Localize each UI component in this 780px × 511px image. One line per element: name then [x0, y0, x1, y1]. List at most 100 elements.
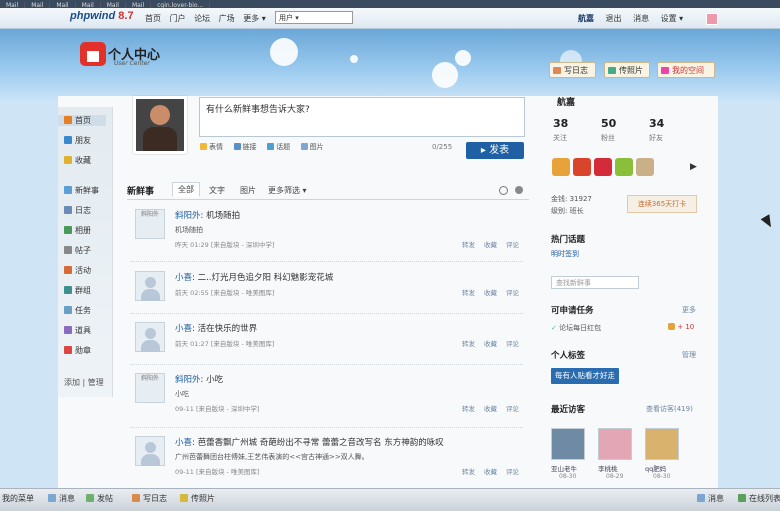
settings-link[interactable]: 设置 ▾: [661, 14, 684, 23]
tab-text[interactable]: 文字: [209, 185, 225, 196]
stat-value[interactable]: 34: [649, 117, 664, 130]
username-link[interactable]: 航嘉: [578, 14, 594, 23]
comment-link[interactable]: 评论: [506, 405, 519, 413]
search-scope-select[interactable]: 用户 ▾: [275, 11, 353, 24]
nav-link-home[interactable]: 首页: [145, 14, 161, 23]
sidebar-item-task[interactable]: 任务: [64, 305, 91, 316]
stat-value[interactable]: 38: [553, 117, 568, 130]
sidebar-item-post[interactable]: 帖子: [64, 245, 91, 256]
favorite-link[interactable]: 收藏: [484, 468, 497, 476]
sidebar-item-blog[interactable]: 日志: [64, 205, 91, 216]
feed-avatar[interactable]: [135, 322, 165, 352]
visitors-more-link[interactable]: 查看访客(419): [646, 404, 693, 414]
forward-link[interactable]: 转发: [462, 289, 475, 297]
nav-link-square[interactable]: 广场: [219, 14, 235, 23]
forward-link[interactable]: 转发: [462, 241, 475, 249]
sidebar-item-album[interactable]: 相册: [64, 225, 91, 236]
feed-avatar[interactable]: 斜阳外: [135, 209, 165, 239]
personal-tag[interactable]: 每有人贴看才好走: [551, 368, 619, 384]
online-list-button[interactable]: 在线列表: [738, 493, 780, 504]
favorite-link[interactable]: 收藏: [484, 289, 497, 297]
sidebar-item-star[interactable]: 收藏: [64, 155, 91, 166]
taskbar-post[interactable]: 发帖: [86, 493, 113, 504]
topic-tool[interactable]: 话题: [267, 143, 290, 151]
user-avatar[interactable]: [133, 96, 187, 154]
tasks-more-link[interactable]: 更多: [682, 305, 696, 315]
feed-avatar[interactable]: [135, 436, 165, 466]
tags-manage-link[interactable]: 管理: [682, 350, 696, 360]
tab-more-filter[interactable]: 更多筛选 ▾: [268, 185, 307, 196]
messages-link[interactable]: 消息: [633, 14, 649, 23]
feed-avatar[interactable]: [135, 271, 165, 301]
nav-link-portal[interactable]: 门户: [170, 14, 186, 23]
medal-icon[interactable]: [594, 158, 612, 176]
profile-name[interactable]: 航嘉: [557, 95, 575, 108]
image-tool[interactable]: 图片: [300, 143, 324, 151]
taskbar-write-blog[interactable]: 写日志: [132, 493, 167, 504]
link-tool[interactable]: 链接: [233, 143, 257, 151]
publish-button[interactable]: ▸ 发表: [466, 142, 524, 159]
forward-link[interactable]: 转发: [462, 468, 475, 476]
sign-in-button[interactable]: 连续365天打卡: [627, 195, 697, 213]
feed-search-input[interactable]: 查找新鲜事: [551, 276, 639, 289]
task-item[interactable]: ✓ 论坛每日红包: [551, 323, 601, 333]
upload-photo-button[interactable]: 传照片: [604, 62, 650, 78]
feed-author[interactable]: 小喜: [175, 438, 192, 448]
taskbar-messages[interactable]: 消息: [48, 493, 75, 504]
tab-image[interactable]: 图片: [240, 185, 256, 196]
comment-link[interactable]: 评论: [506, 468, 519, 476]
taskbar-upload-photo[interactable]: 传照片: [180, 493, 215, 504]
status-input[interactable]: 有什么新鲜事想告诉大家?: [199, 97, 525, 137]
medal-icon[interactable]: [573, 158, 591, 176]
visitor-avatar[interactable]: [645, 428, 679, 460]
medal-icon[interactable]: [615, 158, 633, 176]
medal-icon[interactable]: [636, 158, 654, 176]
feed-headline[interactable]: 小喜: 活在快乐的世界: [175, 322, 257, 334]
taskbar-right-messages[interactable]: 消息: [697, 493, 724, 504]
sidebar-add-manage[interactable]: 添加 | 管理: [64, 377, 104, 388]
feed-headline[interactable]: 小喜: 芭蕾香飘广州城 奇葩纷出不寻常 蕾蕾之音改写名 东方神韵的咏叹: [175, 436, 444, 448]
write-blog-button[interactable]: 写日志: [549, 62, 596, 78]
chevron-right-icon[interactable]: ▶: [690, 162, 697, 172]
my-space-button[interactable]: 我的空间: [657, 62, 715, 78]
feed-headline[interactable]: 斜阳外: 机场随拍: [175, 209, 240, 221]
refresh-icon[interactable]: [499, 186, 508, 195]
nav-link-forum[interactable]: 论坛: [194, 14, 210, 23]
feed-avatar[interactable]: 斜阳外: [135, 373, 165, 403]
nav-link-more[interactable]: 更多 ▾: [243, 14, 266, 23]
stat-value[interactable]: 50: [601, 117, 616, 130]
feed-author[interactable]: 小喜: [175, 324, 192, 334]
visitor-name[interactable]: 亚山老牛: [551, 463, 577, 473]
site-logo[interactable]: phpwind 8.7: [70, 10, 134, 22]
sidebar-item-medal[interactable]: 勋章: [64, 345, 91, 356]
theme-icon[interactable]: [706, 13, 718, 25]
sidebar-item-group[interactable]: 群组: [64, 285, 91, 296]
feed-headline[interactable]: 斜阳外: 小吃: [175, 373, 223, 385]
feed-author[interactable]: 斜阳外: [175, 211, 201, 221]
comment-link[interactable]: 评论: [506, 241, 519, 249]
logout-link[interactable]: 退出: [606, 14, 622, 23]
visitor-avatar[interactable]: [551, 428, 585, 460]
comment-link[interactable]: 评论: [506, 340, 519, 348]
gear-icon[interactable]: [515, 186, 523, 194]
comment-link[interactable]: 评论: [506, 289, 519, 297]
favorite-link[interactable]: 收藏: [484, 340, 497, 348]
sidebar-item-friends[interactable]: 朋友: [64, 135, 91, 146]
feed-headline[interactable]: 小喜: 二..灯光月色追夕阳 科幻魅影宠花城: [175, 271, 333, 283]
visitor-avatar[interactable]: [598, 428, 632, 460]
sidebar-item-activity[interactable]: 活动: [64, 265, 91, 276]
hot-topic-link[interactable]: 明时签到: [551, 249, 579, 259]
forward-link[interactable]: 转发: [462, 340, 475, 348]
forward-link[interactable]: 转发: [462, 405, 475, 413]
favorite-link[interactable]: 收藏: [484, 405, 497, 413]
visitor-name[interactable]: qq肥妈: [645, 463, 666, 473]
tab-all[interactable]: 全部: [172, 182, 200, 197]
my-menu-button[interactable]: 我的菜单: [2, 493, 34, 504]
favorite-link[interactable]: 收藏: [484, 241, 497, 249]
sidebar-item-news[interactable]: 新鲜事: [64, 185, 99, 196]
feed-author[interactable]: 斜阳外: [175, 375, 201, 385]
medal-icon[interactable]: [552, 158, 570, 176]
feed-author[interactable]: 小喜: [175, 273, 192, 283]
sidebar-item-home[interactable]: 首页: [58, 115, 106, 126]
emoji-tool[interactable]: 表情: [200, 143, 223, 151]
